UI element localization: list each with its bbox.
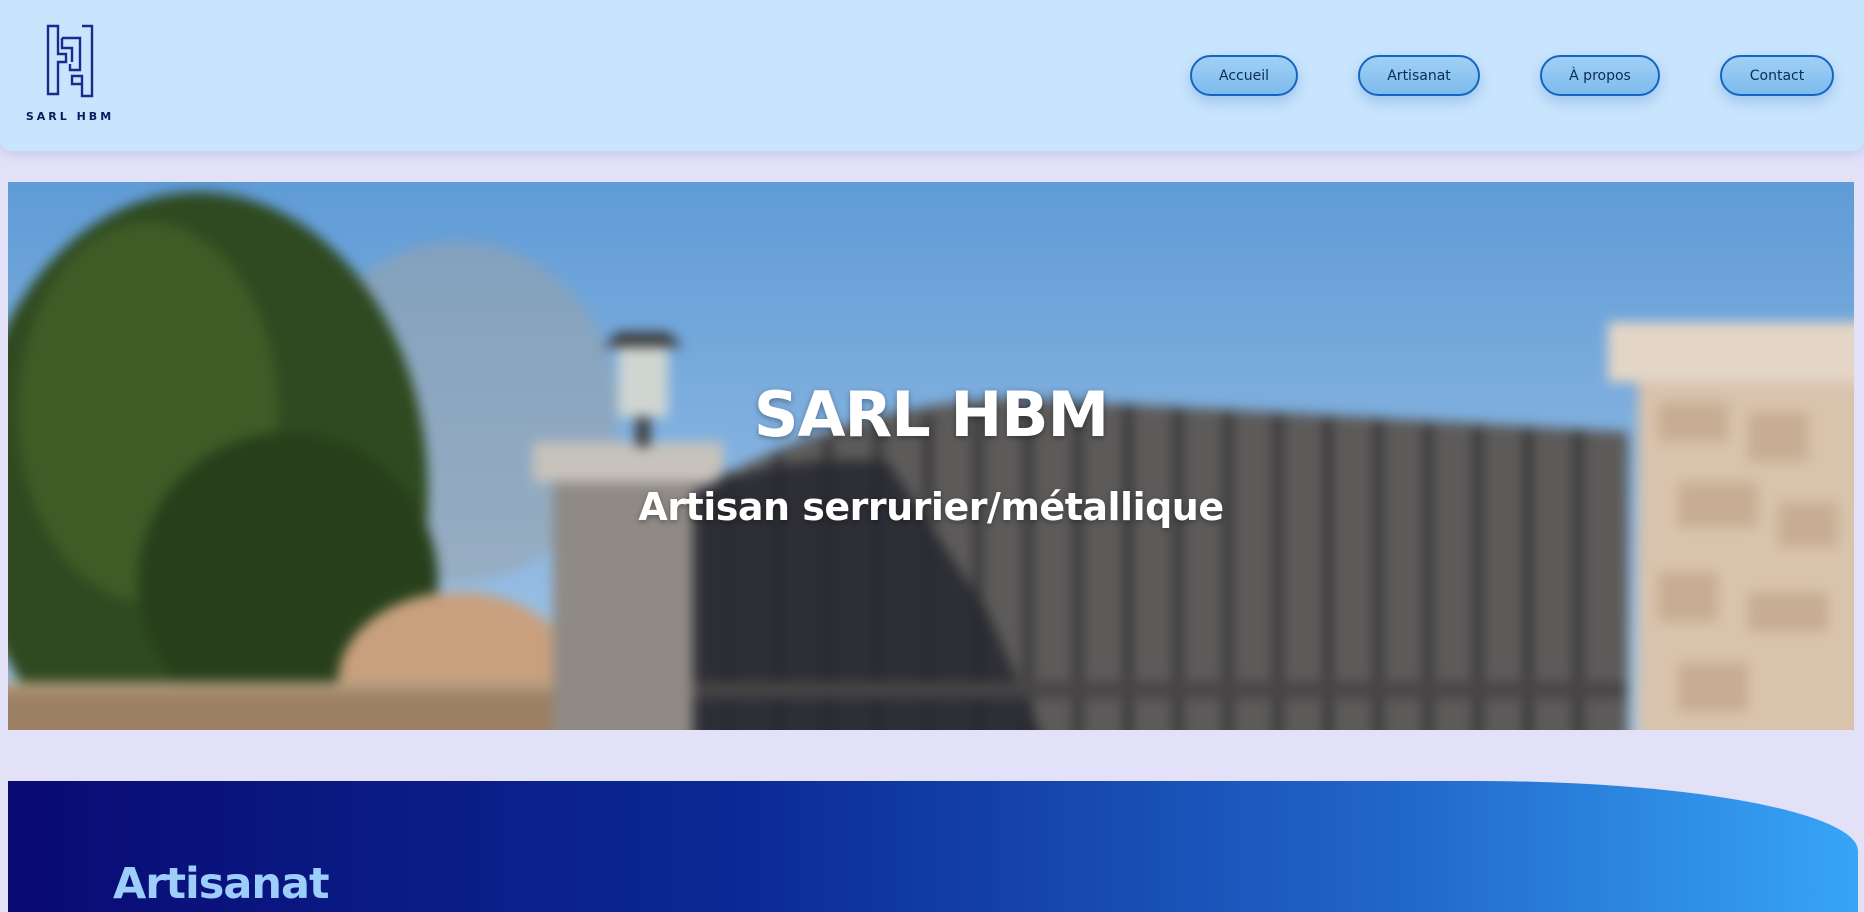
hero-banner: SARL HBM Artisan serrurier/métallique <box>8 182 1854 730</box>
site-header: SARL HBM Accueil Artisanat À propos Cont… <box>0 0 1864 151</box>
nav-artisanat-button[interactable]: Artisanat <box>1358 55 1480 96</box>
gate-background-image <box>8 182 1854 730</box>
logo[interactable]: SARL HBM <box>22 24 118 128</box>
nav-a-propos-button[interactable]: À propos <box>1540 55 1660 96</box>
artisanat-section: Artisanat <box>8 781 1858 912</box>
hero-subtitle: Artisan serrurier/métallique <box>638 485 1224 529</box>
hb-monogram-icon <box>46 24 94 98</box>
section-title: Artisanat <box>113 859 330 909</box>
nav-contact-button[interactable]: Contact <box>1720 55 1834 96</box>
hero-title: SARL HBM <box>753 378 1109 451</box>
nav-accueil-button[interactable]: Accueil <box>1190 55 1298 96</box>
logo-text: SARL HBM <box>25 110 115 123</box>
